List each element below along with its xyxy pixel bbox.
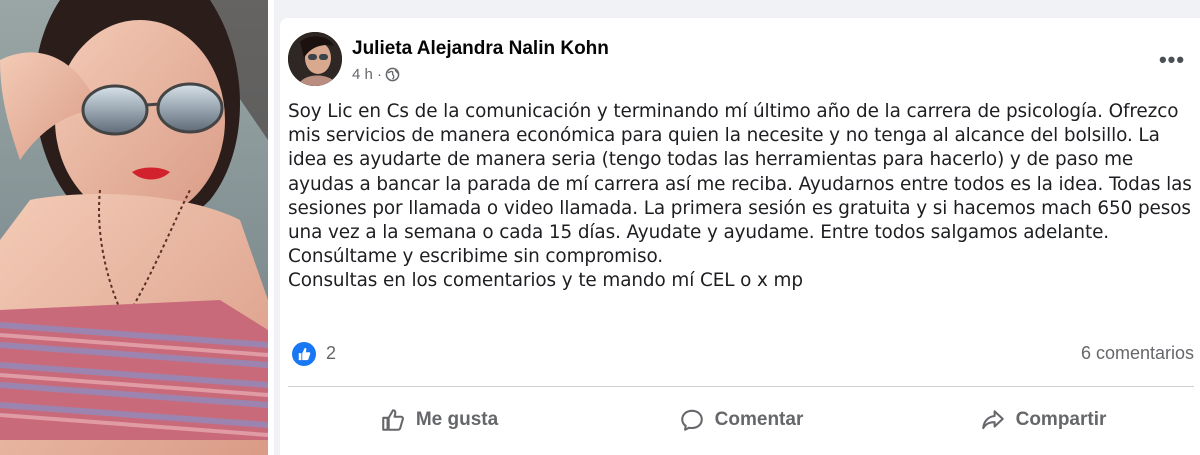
post-card: Julieta Alejandra Nalin Kohn 4 h · ••• S…	[280, 18, 1200, 455]
comment-button[interactable]: Comentar	[590, 390, 892, 450]
comment-icon	[680, 409, 703, 431]
share-label: Compartir	[1015, 409, 1107, 430]
post-photo[interactable]	[0, 0, 268, 455]
post-text-line: mis servicios de manera económica para q…	[288, 125, 1160, 147]
post-text-line: ayudas a bancar la parada de mí carrera …	[288, 173, 1192, 195]
author-name[interactable]: Julieta Alejandra Nalin Kohn	[352, 38, 609, 60]
comments-count[interactable]: 6 comentarios	[1081, 343, 1194, 364]
post-text-line: sesiones por llamada o video llamada. La…	[288, 197, 1191, 219]
avatar-image	[288, 32, 342, 86]
reactions-count[interactable]: 2	[326, 343, 336, 364]
more-options-icon[interactable]: •••	[1156, 49, 1188, 71]
post-text-line: una vez a la semana o cada 15 días. Ayud…	[288, 222, 1110, 244]
post-text-line: Soy Lic en Cs de la comunicación y termi…	[288, 101, 1179, 122]
globe-icon	[385, 67, 400, 82]
post-text-line: Consultas en los comentarios y te mando …	[288, 270, 803, 292]
share-button[interactable]: Compartir	[892, 390, 1194, 450]
actions-divider	[288, 386, 1194, 387]
like-reaction-thumb	[298, 347, 311, 361]
photo-illustration	[0, 0, 268, 455]
thumbs-up-icon	[382, 409, 404, 431]
post-time[interactable]: 4 h ·	[352, 66, 382, 83]
like-button[interactable]: Me gusta	[288, 390, 590, 450]
like-label: Me gusta	[415, 409, 499, 430]
facebook-post-panel: Julieta Alejandra Nalin Kohn 4 h · ••• S…	[274, 0, 1200, 455]
post-actions: Me gusta Comentar Compartir	[288, 390, 1194, 450]
comment-label: Comentar	[714, 409, 804, 430]
post-stats: 2 6 comentarios	[288, 338, 1194, 368]
author-avatar[interactable]	[288, 32, 342, 86]
post-meta: 4 h ·	[352, 66, 400, 83]
post-text: Soy Lic en Cs de la comunicación y termi…	[288, 100, 1193, 294]
share-icon	[981, 410, 1004, 430]
post-text-line: Consúltame y escribime sin compromiso.	[288, 246, 664, 268]
like-reaction-icon[interactable]	[292, 342, 316, 366]
post-text-line: idea es ayudarte de manera seria (tengo …	[288, 149, 1134, 171]
